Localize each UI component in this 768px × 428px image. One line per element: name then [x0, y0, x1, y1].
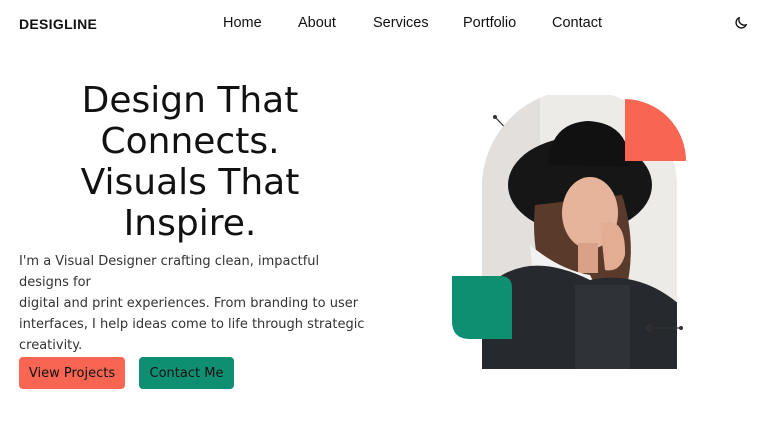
nav-item-services[interactable]: Services — [373, 15, 429, 31]
contact-me-button[interactable]: Contact Me — [139, 357, 234, 389]
hero-title-line: Design That — [81, 80, 299, 121]
hero-title-line: Connects. — [100, 121, 280, 162]
hero-title-line: Visuals That — [80, 162, 300, 203]
coral-quarter-shape — [625, 99, 686, 161]
nav-item-about[interactable]: About — [298, 15, 336, 31]
hero-title: Design That Connects. Visuals That Inspi… — [40, 80, 340, 244]
view-projects-button[interactable]: View Projects — [19, 357, 125, 389]
hero-illustration — [452, 95, 686, 370]
hero-description-line: I'm a Visual Designer crafting clean, im… — [19, 254, 320, 290]
nav-item-contact[interactable]: Contact — [552, 15, 602, 31]
hero-description: I'm a Visual Designer crafting clean, im… — [19, 251, 371, 356]
hero-description-line: creativity. — [19, 338, 83, 353]
nav-item-home[interactable]: Home — [223, 15, 262, 31]
hero-description-line: interfaces, I help ideas come to life th… — [19, 317, 365, 332]
nav-menu: Home About Services Portfolio Contact — [0, 15, 768, 35]
top-navigation: DESIGLINE Home About Services Portfolio … — [0, 0, 768, 46]
moon-icon[interactable] — [733, 15, 749, 31]
teal-leaf-shape — [452, 276, 512, 339]
hero-description-line: digital and print experiences. From bran… — [19, 296, 359, 311]
hero-title-line: Inspire. — [123, 203, 257, 244]
nav-item-portfolio[interactable]: Portfolio — [463, 15, 516, 31]
